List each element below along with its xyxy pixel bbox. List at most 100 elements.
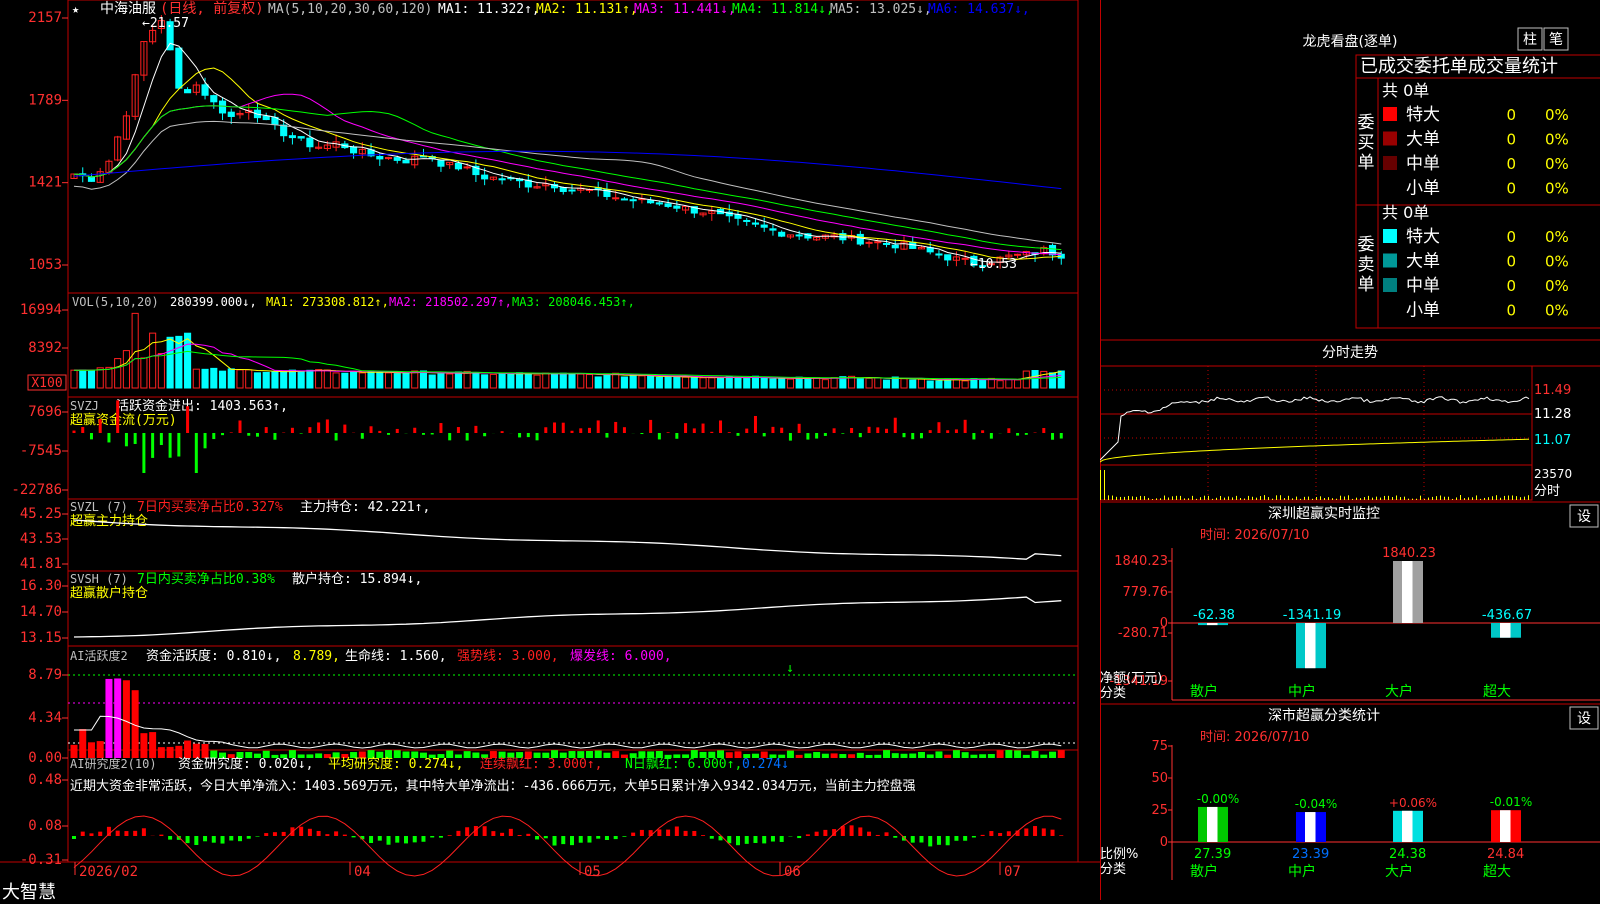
- ai2-bar: [806, 834, 810, 836]
- sell-row-pct: 0%: [1545, 277, 1569, 295]
- volume-bar: [613, 373, 619, 388]
- volume-bar: [211, 368, 217, 388]
- ai1-bar: [1049, 752, 1056, 758]
- candle: [1015, 254, 1021, 255]
- ai1-bar: [1023, 755, 1030, 758]
- ai1-bar: [464, 751, 471, 758]
- classify-unit-label: 比例%: [1100, 847, 1138, 862]
- ai2-bar: [168, 836, 172, 840]
- fundflow-bar: [361, 433, 364, 439]
- ai2-bar: [264, 833, 268, 836]
- volume-bar: [71, 370, 77, 388]
- volume-bar: [735, 377, 741, 388]
- intraday-vol-bar: [1500, 498, 1501, 500]
- ai2-bar: [631, 833, 635, 836]
- ai2-bar: [421, 836, 425, 842]
- svzj-y-tick: 7696: [28, 404, 62, 420]
- volume-bar: [683, 377, 689, 388]
- high-label: ←21.57: [142, 16, 189, 31]
- ai2-bar: [876, 835, 880, 836]
- ai1-bar: [1014, 750, 1021, 758]
- ma-line-1: [74, 43, 1061, 262]
- fundflow-bar: [911, 433, 914, 439]
- fundflow-bar: [1016, 433, 1019, 436]
- right-panel-svg: 龙虎看盘(逐单)柱笔已成交委托单成交量统计委买单共 0单特大00%大单00%中单…: [1100, 0, 1600, 900]
- fundflow-bar: [142, 433, 145, 473]
- intraday-vol-bar: [1188, 498, 1189, 500]
- volume-bar: [604, 374, 610, 388]
- fundflow-bar: [439, 423, 442, 433]
- volume-bar: [377, 373, 383, 388]
- ai2-bar: [937, 836, 941, 845]
- monitor-time: 时间: 2026/07/10: [1200, 528, 1309, 543]
- main-chart-svg[interactable]: 2157178914211053★中海油服(日线, 前复权)MA(5,10,20…: [0, 0, 1100, 900]
- volume-bar: [586, 375, 592, 388]
- svzj-y-tick: -22786: [11, 482, 62, 498]
- svzj-line2: 超赢资金流(万元): [70, 412, 177, 428]
- sell-row-name: 特大: [1406, 227, 1440, 247]
- ai2-bar: [221, 836, 225, 844]
- intraday-vol-bar: [1384, 496, 1385, 500]
- intraday-vol-bar: [1208, 496, 1209, 500]
- intraday-vol-bar: [1452, 499, 1453, 500]
- ai2-t5: 0.274↓: [742, 757, 789, 772]
- ai2-bar: [622, 836, 626, 837]
- candle: [298, 137, 304, 138]
- candle: [779, 232, 785, 236]
- fundflow-bar: [265, 427, 268, 433]
- intraday-vol-bar: [1160, 498, 1161, 500]
- ai2-bar: [352, 836, 356, 837]
- sell-row-name: 大单: [1406, 252, 1440, 272]
- buy-swatch: [1383, 132, 1397, 146]
- fundflow-bar: [116, 400, 119, 433]
- kline-area[interactable]: 2157178914211053★中海油服(日线, 前复权)MA(5,10,20…: [0, 0, 1100, 900]
- fundflow-bar: [221, 433, 224, 435]
- candle: [438, 161, 444, 167]
- volume-bar: [1023, 371, 1029, 388]
- ai2-bar: [404, 836, 408, 843]
- classify-change-label: -0.01%: [1490, 795, 1532, 809]
- sell-row-name: 小单: [1406, 301, 1440, 321]
- fundflow-bar: [256, 433, 259, 437]
- candle: [394, 158, 400, 161]
- volume-bar: [342, 373, 348, 388]
- monitor-unit-label: 净额(万元): [1100, 671, 1162, 686]
- fundflow-bar: [894, 418, 897, 433]
- candle: [665, 204, 671, 207]
- volume-bar: [333, 373, 339, 388]
- x-axis-tick: 04: [354, 864, 371, 880]
- ai2-bar: [684, 831, 688, 836]
- longhu-title: 龙虎看盘(逐单): [1303, 33, 1398, 50]
- price-y-tick: 2157: [28, 10, 62, 26]
- classify-bar-shine: [1402, 811, 1413, 842]
- classify-cat-label: 分类: [1100, 862, 1126, 877]
- intraday-vol-bar: [1264, 495, 1265, 500]
- fundflow-bar: [798, 424, 801, 433]
- intraday-vol-bar: [1364, 497, 1365, 500]
- ai1-bar: [970, 755, 977, 758]
- candle: [761, 225, 767, 227]
- monitor-title: 深圳超赢实时监控: [1268, 505, 1380, 522]
- volume-bar: [1015, 380, 1021, 388]
- intraday-vol-bar: [1276, 495, 1277, 500]
- volume-bar: [822, 380, 828, 388]
- candle: [796, 235, 802, 236]
- fundflow-bar: [649, 420, 652, 433]
- volume-bar: [272, 372, 278, 388]
- classify-value-label: 24.38: [1389, 847, 1426, 862]
- intraday-vol-bar: [1416, 499, 1417, 500]
- fundflow-bar: [536, 433, 539, 440]
- ai2-bar: [1033, 826, 1037, 836]
- candle: [289, 136, 295, 138]
- ai2-bar: [946, 836, 950, 845]
- fundflow-bar: [448, 433, 451, 440]
- classify-cat: 中户: [1288, 863, 1316, 880]
- fundflow-bar: [981, 430, 984, 433]
- brand-logo: 大智慧: [2, 878, 56, 904]
- ai1-bar: [1032, 751, 1039, 758]
- candle: [351, 147, 357, 153]
- fundflow-bar: [745, 429, 748, 433]
- buy-row-val: 0: [1506, 106, 1516, 124]
- intraday-vol-bar: [1216, 498, 1217, 500]
- fundflow-bar: [501, 431, 504, 433]
